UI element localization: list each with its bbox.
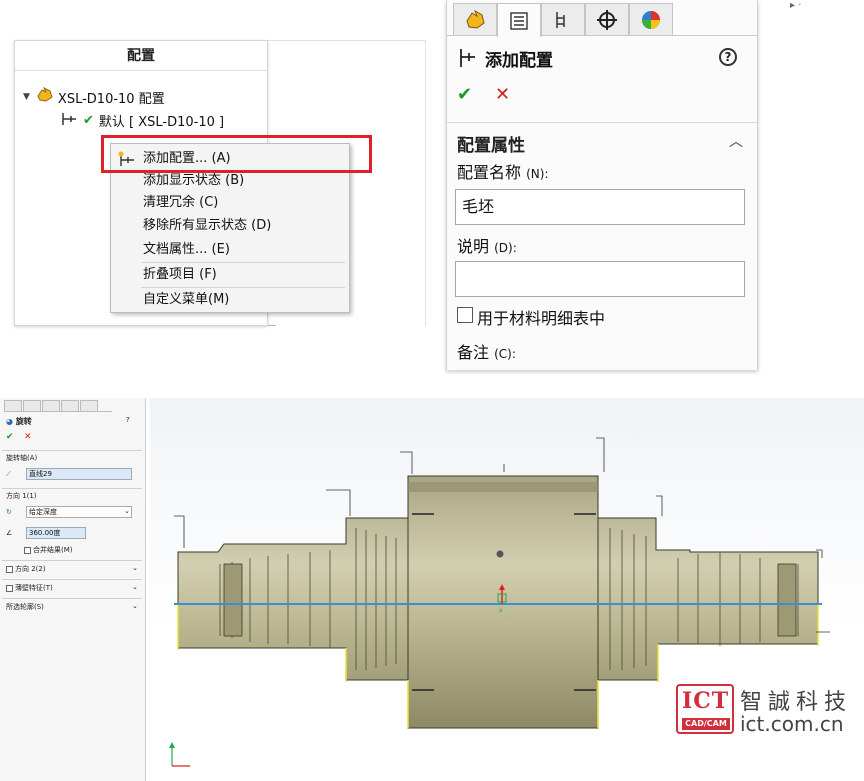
notes-label: 备注 (C): bbox=[457, 343, 516, 362]
config-manager-title: 配置 bbox=[15, 41, 267, 71]
angle-field[interactable]: 360.00度 bbox=[26, 527, 86, 539]
highlight-box bbox=[101, 135, 372, 173]
tab-property-manager[interactable] bbox=[497, 3, 541, 37]
revolve-icon: ◕ bbox=[6, 417, 13, 426]
tab-configuration-manager[interactable] bbox=[42, 400, 60, 411]
axis-section-title[interactable]: 旋转轴(A) bbox=[6, 453, 37, 463]
ict-watermark: ICT CAD/CAM 智誠科技 ict.com.cn bbox=[676, 684, 864, 740]
thin-feature-checkbox[interactable] bbox=[6, 584, 13, 592]
pm-header: 添加配置 bbox=[457, 44, 553, 72]
selected-contours-title[interactable]: 所选轮廓(S) bbox=[6, 602, 44, 612]
merge-result-row[interactable]: 合并结果(M) bbox=[24, 545, 73, 555]
axis-field[interactable]: 直线29 bbox=[26, 468, 132, 480]
chevron-down-icon[interactable]: ⌄ bbox=[132, 564, 138, 572]
thin-feature-section bbox=[2, 579, 142, 580]
description-label: 说明 (D): bbox=[457, 237, 517, 256]
revolve-title: 旋转 bbox=[15, 417, 32, 426]
tree-root[interactable]: ▼ XSL-D10-10 配置 bbox=[23, 86, 165, 107]
tab-dimxpert-manager[interactable] bbox=[61, 400, 79, 411]
menu-separator bbox=[141, 287, 345, 288]
revolve-property-manager: ◕ 旋转 ? ✔ ✕ 旋转轴(A) ⟋ 直线29 方向 1(1) ↻ 给定深度 … bbox=[0, 398, 146, 781]
svg-text:x: x bbox=[499, 607, 503, 614]
tree-item-label: 默认 [ XSL-D10-10 ] bbox=[98, 115, 225, 130]
menu-separator bbox=[141, 262, 345, 263]
chevron-down-icon[interactable]: ⌄ bbox=[132, 583, 138, 591]
tab-feature-manager[interactable] bbox=[453, 3, 497, 35]
direction2-section bbox=[2, 560, 142, 561]
chevron-down-icon[interactable]: ⌄ bbox=[124, 507, 130, 515]
menu-item-customize-menu[interactable]: 自定义菜单(M) bbox=[143, 289, 229, 311]
ok-button[interactable]: ✔ bbox=[6, 432, 14, 442]
property-manager: 添加配置 ? ✔ ✕ 配置属性 ︿ 配置名称 (N): 毛坯 说明 (D): 用… bbox=[446, 0, 758, 370]
section-title: 配置属性 bbox=[457, 136, 525, 156]
menu-item-collapse-items[interactable]: 折叠项目 (F) bbox=[143, 264, 217, 286]
ok-button[interactable]: ✔ bbox=[457, 84, 472, 105]
config-name-field[interactable]: 毛坯 bbox=[455, 189, 745, 225]
pm-title: 添加配置 bbox=[485, 50, 553, 71]
end-condition-select[interactable]: 给定深度 bbox=[26, 506, 132, 518]
configuration-icon bbox=[460, 49, 475, 67]
axis-line-icon: ⟋ bbox=[6, 470, 11, 478]
active-check-icon: ✔ bbox=[83, 113, 94, 128]
cancel-button[interactable]: ✕ bbox=[495, 84, 510, 105]
description-field[interactable] bbox=[455, 261, 745, 297]
collapse-chevron-icon[interactable]: ︿ bbox=[729, 131, 743, 151]
configuration-icon bbox=[61, 112, 77, 130]
axis-section bbox=[2, 450, 142, 451]
direction1-section bbox=[2, 488, 142, 489]
display-pie-icon bbox=[642, 10, 660, 29]
company-url: ict.com.cn bbox=[740, 712, 844, 736]
expand-arrow-icon[interactable]: ▼ bbox=[23, 92, 30, 102]
direction2-row[interactable]: 方向 2(2) bbox=[6, 564, 46, 574]
tree-item-default[interactable]: ✔ 默认 [ XSL-D10-10 ] bbox=[61, 111, 224, 130]
chevron-down-icon[interactable]: ⌄ bbox=[132, 602, 138, 610]
direction1-title[interactable]: 方向 1(1) bbox=[6, 491, 37, 501]
tab-property-manager[interactable] bbox=[23, 400, 41, 411]
manager-tabs bbox=[447, 0, 757, 37]
revolve-title-row: ◕ 旋转 bbox=[6, 416, 32, 427]
menu-item-add-display-state[interactable]: 添加显示状态 (B) bbox=[143, 170, 244, 192]
tab-dimxpert-manager[interactable] bbox=[585, 3, 629, 35]
ict-logo: ICT CAD/CAM bbox=[676, 684, 734, 734]
merge-checkbox[interactable] bbox=[24, 546, 31, 554]
tab-configuration-manager[interactable] bbox=[541, 3, 585, 35]
menu-item-purge[interactable]: 清理冗余 (C) bbox=[143, 192, 218, 214]
tab-display-manager[interactable] bbox=[80, 400, 98, 411]
cancel-button[interactable]: ✕ bbox=[24, 432, 32, 442]
tab-feature-manager[interactable] bbox=[4, 400, 22, 411]
configurations-icon bbox=[36, 86, 54, 107]
property-list-icon bbox=[510, 11, 528, 30]
tree-root-label: XSL-D10-10 配置 bbox=[57, 91, 165, 107]
help-icon[interactable]: ? bbox=[126, 416, 130, 424]
feature-tree-icon bbox=[466, 9, 485, 29]
graphics-area-right bbox=[758, 0, 864, 370]
menu-item-remove-display-states[interactable]: 移除所有显示状态 (D) bbox=[143, 215, 271, 237]
direction2-checkbox[interactable] bbox=[6, 565, 13, 573]
angle-icon: ∠ bbox=[6, 529, 13, 537]
config-name-label: 配置名称 (N): bbox=[457, 163, 549, 182]
menu-item-document-properties[interactable]: 文档属性... (E) bbox=[143, 239, 230, 261]
manager-tabs bbox=[4, 400, 112, 412]
panel-mark-icon: ▸ · bbox=[790, 0, 802, 11]
bom-checkbox[interactable] bbox=[457, 307, 473, 323]
selected-contours-section bbox=[2, 598, 142, 599]
reverse-direction-icon[interactable]: ↻ bbox=[6, 508, 12, 516]
tab-display-manager[interactable] bbox=[629, 3, 673, 35]
help-icon[interactable]: ? bbox=[719, 48, 737, 66]
config-properties-section: 配置属性 ︿ 配置名称 (N): 毛坯 说明 (D): 用于材料明细表中 备注 … bbox=[447, 122, 757, 370]
bom-label: 用于材料明细表中 bbox=[477, 309, 606, 328]
crosshair-icon bbox=[597, 9, 617, 30]
thin-feature-row[interactable]: 薄壁特征(T) bbox=[6, 583, 53, 593]
configuration-manager-icon bbox=[556, 11, 565, 28]
